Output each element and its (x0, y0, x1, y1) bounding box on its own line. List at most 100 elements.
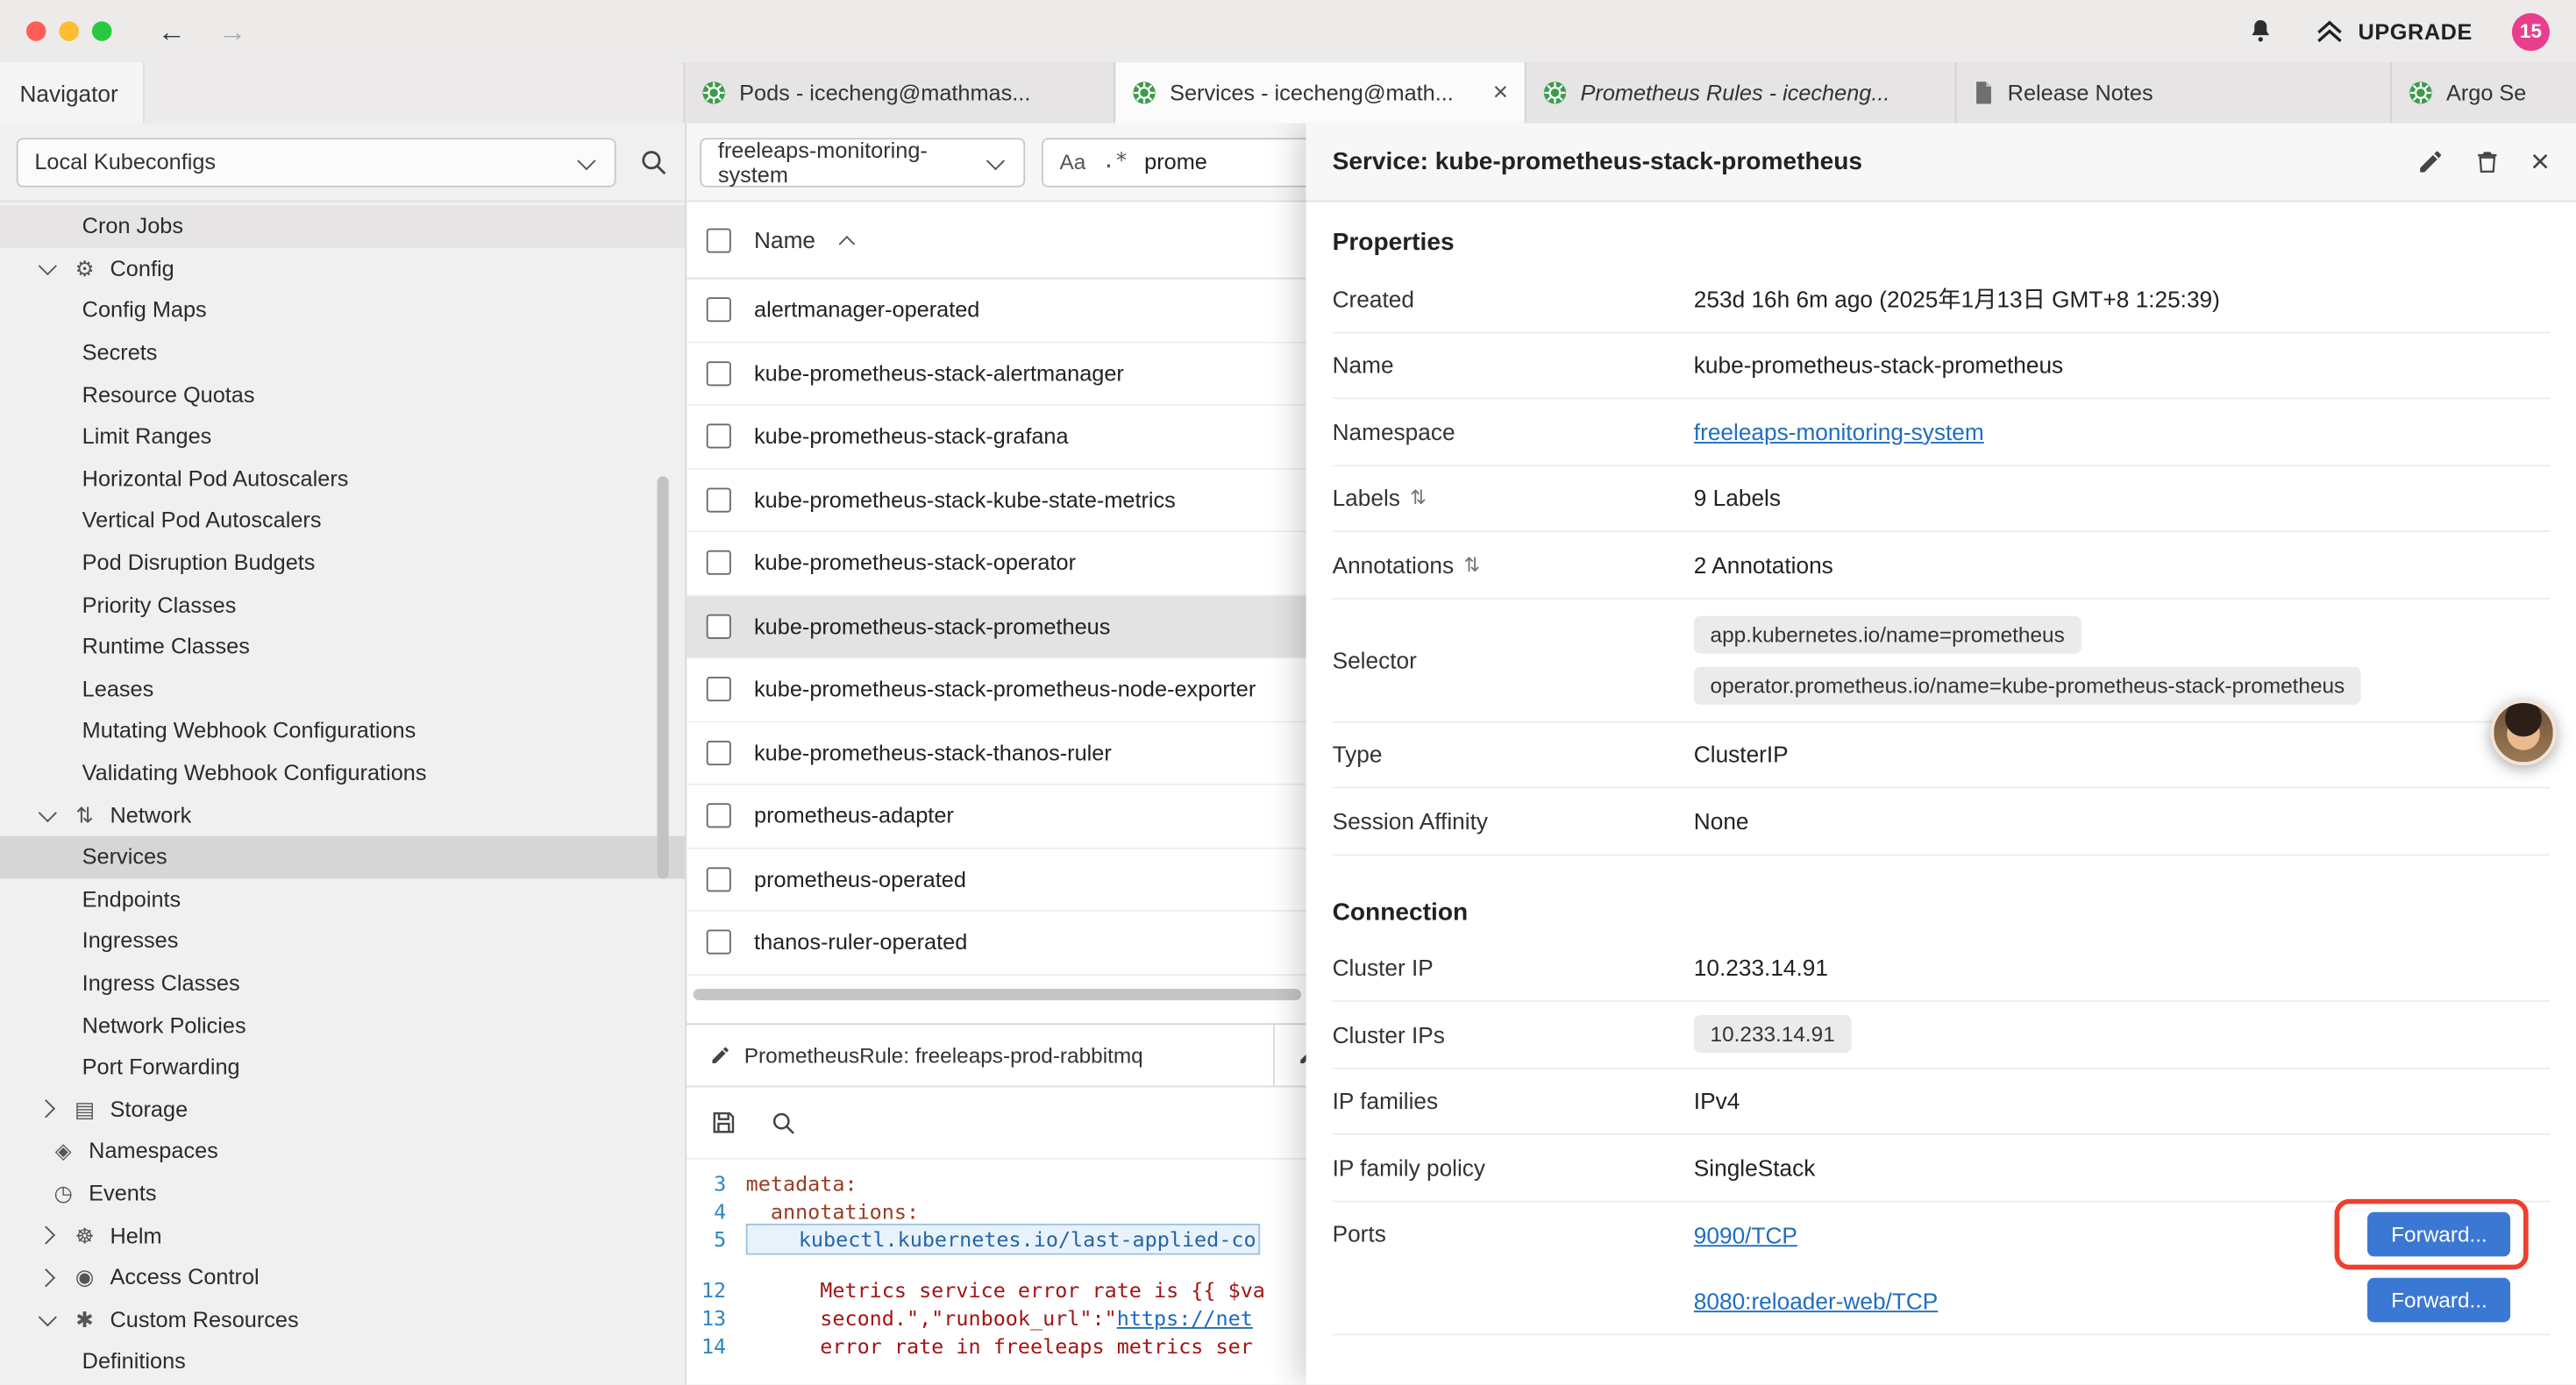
sidebar-item-mutating-webhook-configurations[interactable]: Mutating Webhook Configurations (0, 710, 685, 752)
sidebar-item-helm[interactable]: ☸Helm (0, 1214, 685, 1256)
sidebar-item-priority-classes[interactable]: Priority Classes (0, 584, 685, 626)
connection-row-cluster-ip: Cluster IP 10.233.14.91 (1333, 935, 2550, 1002)
checkbox[interactable] (707, 804, 731, 828)
sidebar-scrollbar[interactable] (657, 476, 668, 878)
sort-icon[interactable]: ⇅ (1410, 487, 1427, 509)
url-link[interactable]: https://net (1117, 1304, 1253, 1332)
close-icon[interactable]: × (1493, 78, 1509, 108)
port-link-9090[interactable]: 9090/TCP (1694, 1221, 1797, 1247)
chevron-down-icon (36, 803, 59, 826)
window-zoom-button[interactable] (92, 21, 111, 40)
sidebar-item-cron-jobs[interactable]: Cron Jobs (0, 205, 685, 247)
sort-icon[interactable]: ⇅ (1463, 553, 1480, 576)
sidebar-item-pod-disruption-budgets[interactable]: Pod Disruption Budgets (0, 542, 685, 584)
sidebar-item-definitions[interactable]: Definitions (0, 1340, 685, 1382)
sidebar-item-network[interactable]: ⇅Network (0, 794, 685, 836)
checkbox[interactable] (707, 930, 731, 955)
sidebar-item-secrets[interactable]: Secrets (0, 331, 685, 373)
forward-icon[interactable]: → (218, 18, 246, 46)
chevrons-up-icon (2316, 18, 2345, 45)
forward-button[interactable]: Forward... (2368, 1212, 2510, 1257)
tab-pods[interactable]: Pods - icecheng@mathmas... (685, 62, 1115, 123)
sidebar-item-custom-resources[interactable]: ✱Custom Resources (0, 1298, 685, 1340)
name-value: kube-prometheus-stack-prometheus (1694, 352, 2550, 378)
namespace-filter-dropdown[interactable]: freeleaps-monitoring-system (700, 137, 1025, 186)
checkbox[interactable] (707, 867, 731, 891)
close-icon[interactable]: × (2530, 146, 2550, 178)
port-link-8080[interactable]: 8080:reloader-web/TCP (1694, 1287, 1939, 1313)
selector-chip[interactable]: app.kubernetes.io/name=prometheus (1694, 615, 2081, 653)
chevron-right-icon (36, 1097, 59, 1120)
labels-value[interactable]: 9 Labels (1694, 485, 2550, 511)
regex-toggle[interactable]: .* (1102, 150, 1128, 174)
selector-chip[interactable]: operator.prometheus.io/name=kube-prometh… (1694, 666, 2361, 704)
match-case-toggle[interactable]: Aa (1060, 150, 1086, 174)
network-icon: ⇅ (71, 804, 99, 825)
tab-release-notes[interactable]: Release Notes (1957, 62, 2393, 123)
sidebar-item-network-policies[interactable]: Network Policies (0, 1004, 685, 1046)
dock-tab-label: PrometheusRule: freeleaps-prod-rabbitmq (744, 1043, 1143, 1068)
search-icon[interactable] (639, 147, 669, 177)
checkbox[interactable] (707, 424, 731, 449)
sidebar-item-config-maps[interactable]: Config Maps (0, 289, 685, 331)
tab-argo[interactable]: Argo Se (2392, 62, 2576, 123)
horizontal-scrollbar[interactable] (694, 989, 1301, 1000)
namespace-link[interactable]: freeleaps-monitoring-system (1694, 418, 1984, 444)
sidebar-item-endpoints[interactable]: Endpoints (0, 878, 685, 920)
bell-icon[interactable] (2246, 17, 2276, 46)
sidebar-item-ingresses[interactable]: Ingresses (0, 920, 685, 962)
back-icon[interactable]: ← (158, 18, 186, 46)
checkbox[interactable] (707, 550, 731, 575)
checkbox[interactable] (707, 361, 731, 386)
sidebar-item-namespaces[interactable]: ◈Namespaces (0, 1130, 685, 1172)
chevron-down-icon (36, 257, 59, 280)
checkbox[interactable] (707, 487, 731, 512)
type-value: ClusterIP (1694, 742, 2550, 768)
sidebar-item-horizontal-pod-autoscalers[interactable]: Horizontal Pod Autoscalers (0, 458, 685, 500)
avatar[interactable] (2491, 700, 2557, 765)
custom-resources-icon: ✱ (71, 1309, 99, 1330)
storage-icon: ▤ (71, 1098, 99, 1119)
window-close-button[interactable] (26, 21, 46, 40)
column-header-name[interactable]: Name (754, 227, 815, 253)
sidebar-item-events[interactable]: ◷Events (0, 1172, 685, 1214)
sidebar-item-limit-ranges[interactable]: Limit Ranges (0, 416, 685, 458)
checkbox[interactable] (707, 741, 731, 765)
checkbox[interactable] (707, 677, 731, 701)
notification-badge[interactable]: 15 (2512, 12, 2550, 50)
edit-icon[interactable] (2417, 148, 2445, 176)
sidebar-item-ingress-classes[interactable]: Ingress Classes (0, 962, 685, 1004)
window-minimize-button[interactable] (59, 21, 78, 40)
checkbox[interactable] (707, 298, 731, 323)
sidebar-item-config[interactable]: ⚙Config (0, 247, 685, 289)
sidebar-item-runtime-classes[interactable]: Runtime Classes (0, 626, 685, 668)
save-icon[interactable] (709, 1109, 737, 1137)
trash-icon[interactable] (2474, 148, 2501, 176)
tab-prometheus-rules[interactable]: Prometheus Rules - icecheng... (1526, 62, 1957, 123)
sidebar-item-access-control[interactable]: ◉Access Control (0, 1256, 685, 1298)
kubeconfig-selector[interactable]: Local Kubeconfigs (17, 137, 616, 186)
checkbox[interactable] (707, 614, 731, 638)
sidebar-item-vertical-pod-autoscalers[interactable]: Vertical Pod Autoscalers (0, 500, 685, 542)
upgrade-button[interactable]: UPGRADE (2316, 18, 2473, 45)
sidebar-item-services[interactable]: Services (0, 836, 685, 878)
service-detail-drawer: Service: kube-prometheus-stack-prometheu… (1306, 124, 2576, 1385)
sidebar-item-resource-quotas[interactable]: Resource Quotas (0, 373, 685, 416)
annotations-value[interactable]: 2 Annotations (1694, 551, 2550, 578)
dock-tab-prometheusrule[interactable]: PrometheusRule: freeleaps-prod-rabbitmq (687, 1025, 1275, 1085)
sidebar-item-leases[interactable]: Leases (0, 668, 685, 710)
namespace-filter-value: freeleaps-monitoring-system (718, 137, 985, 186)
sidebar-item-validating-webhook-configurations[interactable]: Validating Webhook Configurations (0, 752, 685, 794)
tab-services[interactable]: Services - icecheng@math... × (1115, 62, 1526, 123)
sidebar-item-storage[interactable]: ▤Storage (0, 1088, 685, 1130)
tab-bar: Navigator Pods - icecheng@mathmas... Ser… (0, 62, 2576, 123)
navigator-tab[interactable]: Navigator (0, 62, 145, 123)
forward-button[interactable]: Forward... (2368, 1278, 2510, 1323)
search-input[interactable] (1144, 150, 1308, 174)
port-entry: 8080:reloader-web/TCP Forward... (1694, 1268, 2550, 1333)
sort-ascending-icon[interactable] (838, 230, 857, 249)
sidebar-item-port-forwarding[interactable]: Port Forwarding (0, 1046, 685, 1088)
connection-row-ip-family-policy: IP family policy SingleStack (1333, 1135, 2550, 1202)
select-all-checkbox[interactable] (707, 228, 731, 252)
search-icon[interactable] (771, 1110, 797, 1136)
